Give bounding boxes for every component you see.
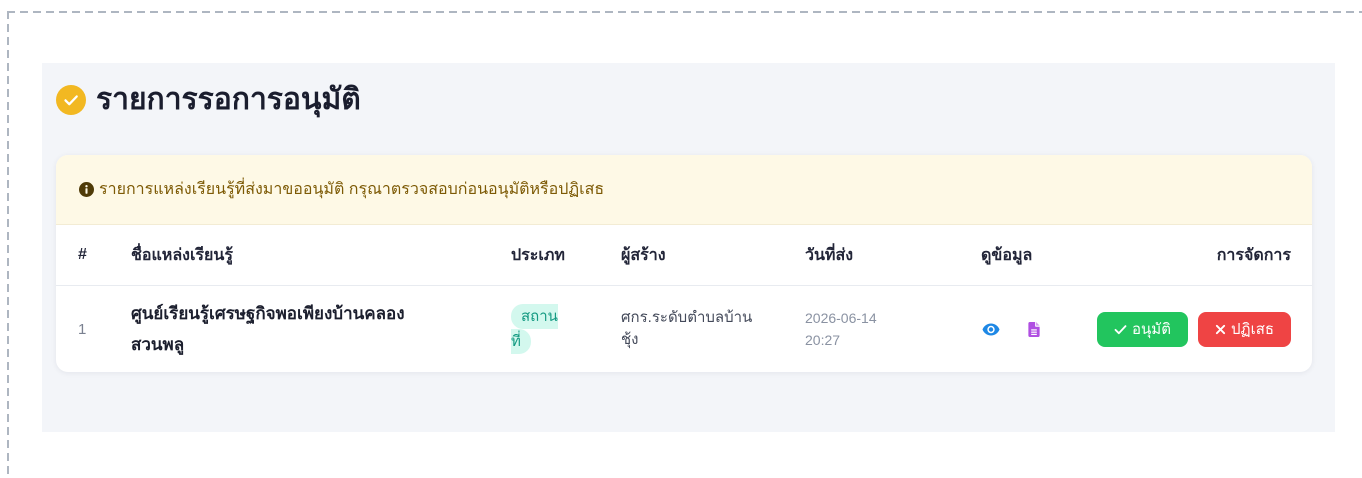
view-document-link[interactable] [1028, 321, 1040, 337]
submitted-date: 2026-06-14 20:27 [805, 310, 877, 348]
file-alt-icon [1028, 321, 1040, 337]
column-header-name: ชื่อแหล่งเรียนรู้ [131, 246, 233, 264]
column-header-actions: การจัดการ [1216, 246, 1291, 264]
dashed-frame-top [7, 11, 1362, 13]
column-header-index: # [78, 246, 87, 263]
resource-name: ศูนย์เรียนรู้เศรษฐกิจพอเพียงบ้านคลองสวนพ… [131, 304, 405, 354]
type-cell: สถานที่ [511, 304, 621, 354]
view-details-link[interactable] [982, 323, 1000, 336]
info-circle-icon [79, 182, 94, 197]
times-icon [1215, 324, 1226, 335]
column-header-submitted: วันที่ส่ง [805, 246, 854, 264]
name-cell: ศูนย์เรียนรู้เศรษฐกิจพอเพียงบ้านคลองสวนพ… [131, 298, 511, 360]
actions-cell: อนุมัติ ปฏิเสธ [1091, 311, 1291, 347]
page-title: รายการรอการอนุมัติ [96, 83, 361, 116]
column-header-type: ประเภท [511, 246, 565, 264]
check-circle-icon [56, 85, 86, 115]
column-header-creator: ผู้สร้าง [621, 246, 666, 264]
creator-name: ศกร.ระดับตำบลบ้านชุ้ง [621, 309, 753, 348]
approve-label: อนุมัติ [1132, 321, 1171, 338]
column-header-view: ดูข้อมูล [981, 246, 1033, 264]
type-badge: สถานที่ [511, 304, 558, 354]
type-badge-wrap: สถานที่ [511, 304, 565, 354]
dashed-frame-left [7, 11, 9, 478]
info-alert: รายการแหล่งเรียนรู้ที่ส่งมาขออนุมัติ กรุ… [56, 155, 1312, 225]
creator-cell: ศกร.ระดับตำบลบ้านชุ้ง [621, 307, 805, 351]
table-header: # ชื่อแหล่งเรียนรู้ ประเภท ผู้สร้าง วันท… [56, 225, 1312, 286]
reject-label: ปฏิเสธ [1230, 321, 1275, 338]
view-cell [981, 321, 1091, 337]
check-icon [1114, 323, 1127, 336]
approve-button[interactable]: อนุมัติ [1097, 311, 1188, 347]
eye-icon [982, 323, 1000, 335]
approval-card: รายการแหล่งเรียนรู้ที่ส่งมาขออนุมัติ กรุ… [56, 155, 1312, 372]
page-heading: รายการรอการอนุมัติ [56, 85, 361, 115]
reject-button[interactable]: ปฏิเสธ [1198, 311, 1291, 347]
table-row: 1 ศูนย์เรียนรู้เศรษฐกิจพอเพียงบ้านคลองสว… [56, 286, 1312, 372]
row-index: 1 [78, 320, 87, 338]
submitted-cell: 2026-06-14 20:27 [805, 307, 981, 351]
alert-text: รายการแหล่งเรียนรู้ที่ส่งมาขออนุมัติ กรุ… [99, 181, 605, 198]
